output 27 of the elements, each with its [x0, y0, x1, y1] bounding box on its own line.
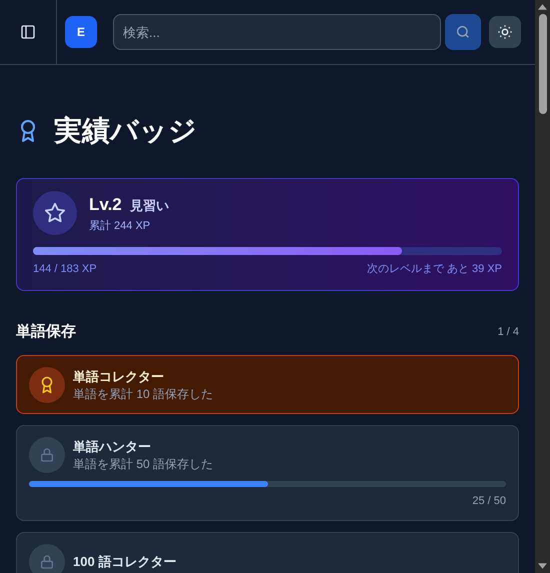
section-count: 1 / 4 [498, 324, 519, 340]
progress-reading: 25 / 50 [472, 494, 506, 509]
rank-label: 見習い [130, 197, 169, 215]
page-title: 実績バッジ [54, 114, 197, 148]
badge-title: 単語ハンター [73, 438, 152, 456]
lock-icon [39, 447, 55, 463]
search-field[interactable]: 検索... [113, 14, 441, 50]
section-title: 単語保存 [16, 322, 76, 342]
brightness-icon [497, 24, 513, 40]
badge-title: 単語コレクター [73, 368, 165, 386]
scrollbar[interactable] [535, 0, 550, 573]
scroll-down-icon[interactable] [538, 563, 547, 569]
search-button[interactable] [445, 14, 481, 50]
scroll-up-icon[interactable] [538, 4, 547, 10]
level-label: Lv.2 [89, 194, 122, 216]
app-logo[interactable]: E [65, 16, 97, 48]
total-xp: 累計 244 XP [89, 218, 152, 234]
star-icon [44, 202, 66, 224]
badge-description: 単語を累計 10 語保存した [73, 386, 214, 402]
sidebar-icon [20, 24, 36, 40]
theme-toggle-button[interactable] [489, 16, 521, 48]
xp-remaining: 次のレベルまで あと 39 XP [366, 262, 502, 277]
badge-description: 単語を累計 50 語保存した [73, 456, 214, 472]
badge-title: 100 語コレクター [73, 552, 176, 570]
lock-icon [39, 554, 55, 570]
search-icon [455, 24, 471, 40]
scrollbar-thumb[interactable] [538, 14, 546, 114]
